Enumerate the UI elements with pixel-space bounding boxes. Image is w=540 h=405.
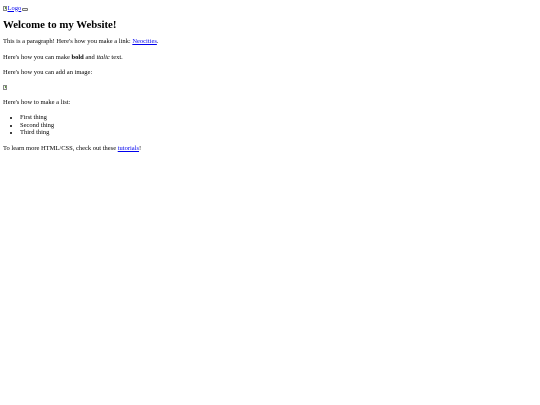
paragraph-text: . bbox=[156, 38, 159, 46]
paragraph-text: ! bbox=[139, 144, 142, 152]
tutorials-link[interactable]: tutorials bbox=[118, 145, 139, 152]
neocities-link[interactable]: Neocities bbox=[132, 38, 157, 45]
paragraph-link-intro: This is a paragraph! Here's how you make… bbox=[3, 38, 537, 45]
paragraph-image-intro: Here's how you can add an image: bbox=[3, 69, 93, 77]
broken-image-icon bbox=[3, 5, 7, 11]
paragraph-text: Here's how you can make bbox=[3, 53, 72, 61]
list-item: First thing bbox=[20, 114, 537, 121]
logo-alt-text: Logo bbox=[7, 4, 22, 12]
page-body: Logo Welcome to my Website! This is a pa… bbox=[0, 0, 540, 152]
item-list: First thing Second thing Third thing bbox=[3, 114, 537, 136]
logo-link[interactable]: Logo bbox=[3, 5, 21, 12]
paragraph-tutorials: To learn more HTML/CSS, check out these … bbox=[3, 145, 537, 152]
paragraph-formatting: Here's how you can make bold and italic … bbox=[3, 54, 537, 61]
menu-button[interactable] bbox=[22, 8, 29, 11]
broken-image-icon bbox=[3, 84, 7, 90]
header: Logo bbox=[3, 3, 537, 12]
paragraph-list-intro: Here's how to make a list: bbox=[3, 98, 71, 106]
page-title: Welcome to my Website! bbox=[3, 19, 117, 31]
bold-text: bold bbox=[71, 53, 84, 61]
italic-text: italic bbox=[96, 53, 110, 61]
paragraph-text: To learn more HTML/CSS, check out these bbox=[3, 144, 118, 152]
paragraph-text: This is a paragraph! Here's how you make… bbox=[3, 38, 133, 46]
content-image bbox=[3, 84, 537, 91]
paragraph-text: and bbox=[83, 53, 97, 61]
list-item: Third thing bbox=[20, 129, 537, 136]
paragraph-text: text. bbox=[109, 53, 123, 61]
list-item: Second thing bbox=[20, 122, 537, 129]
